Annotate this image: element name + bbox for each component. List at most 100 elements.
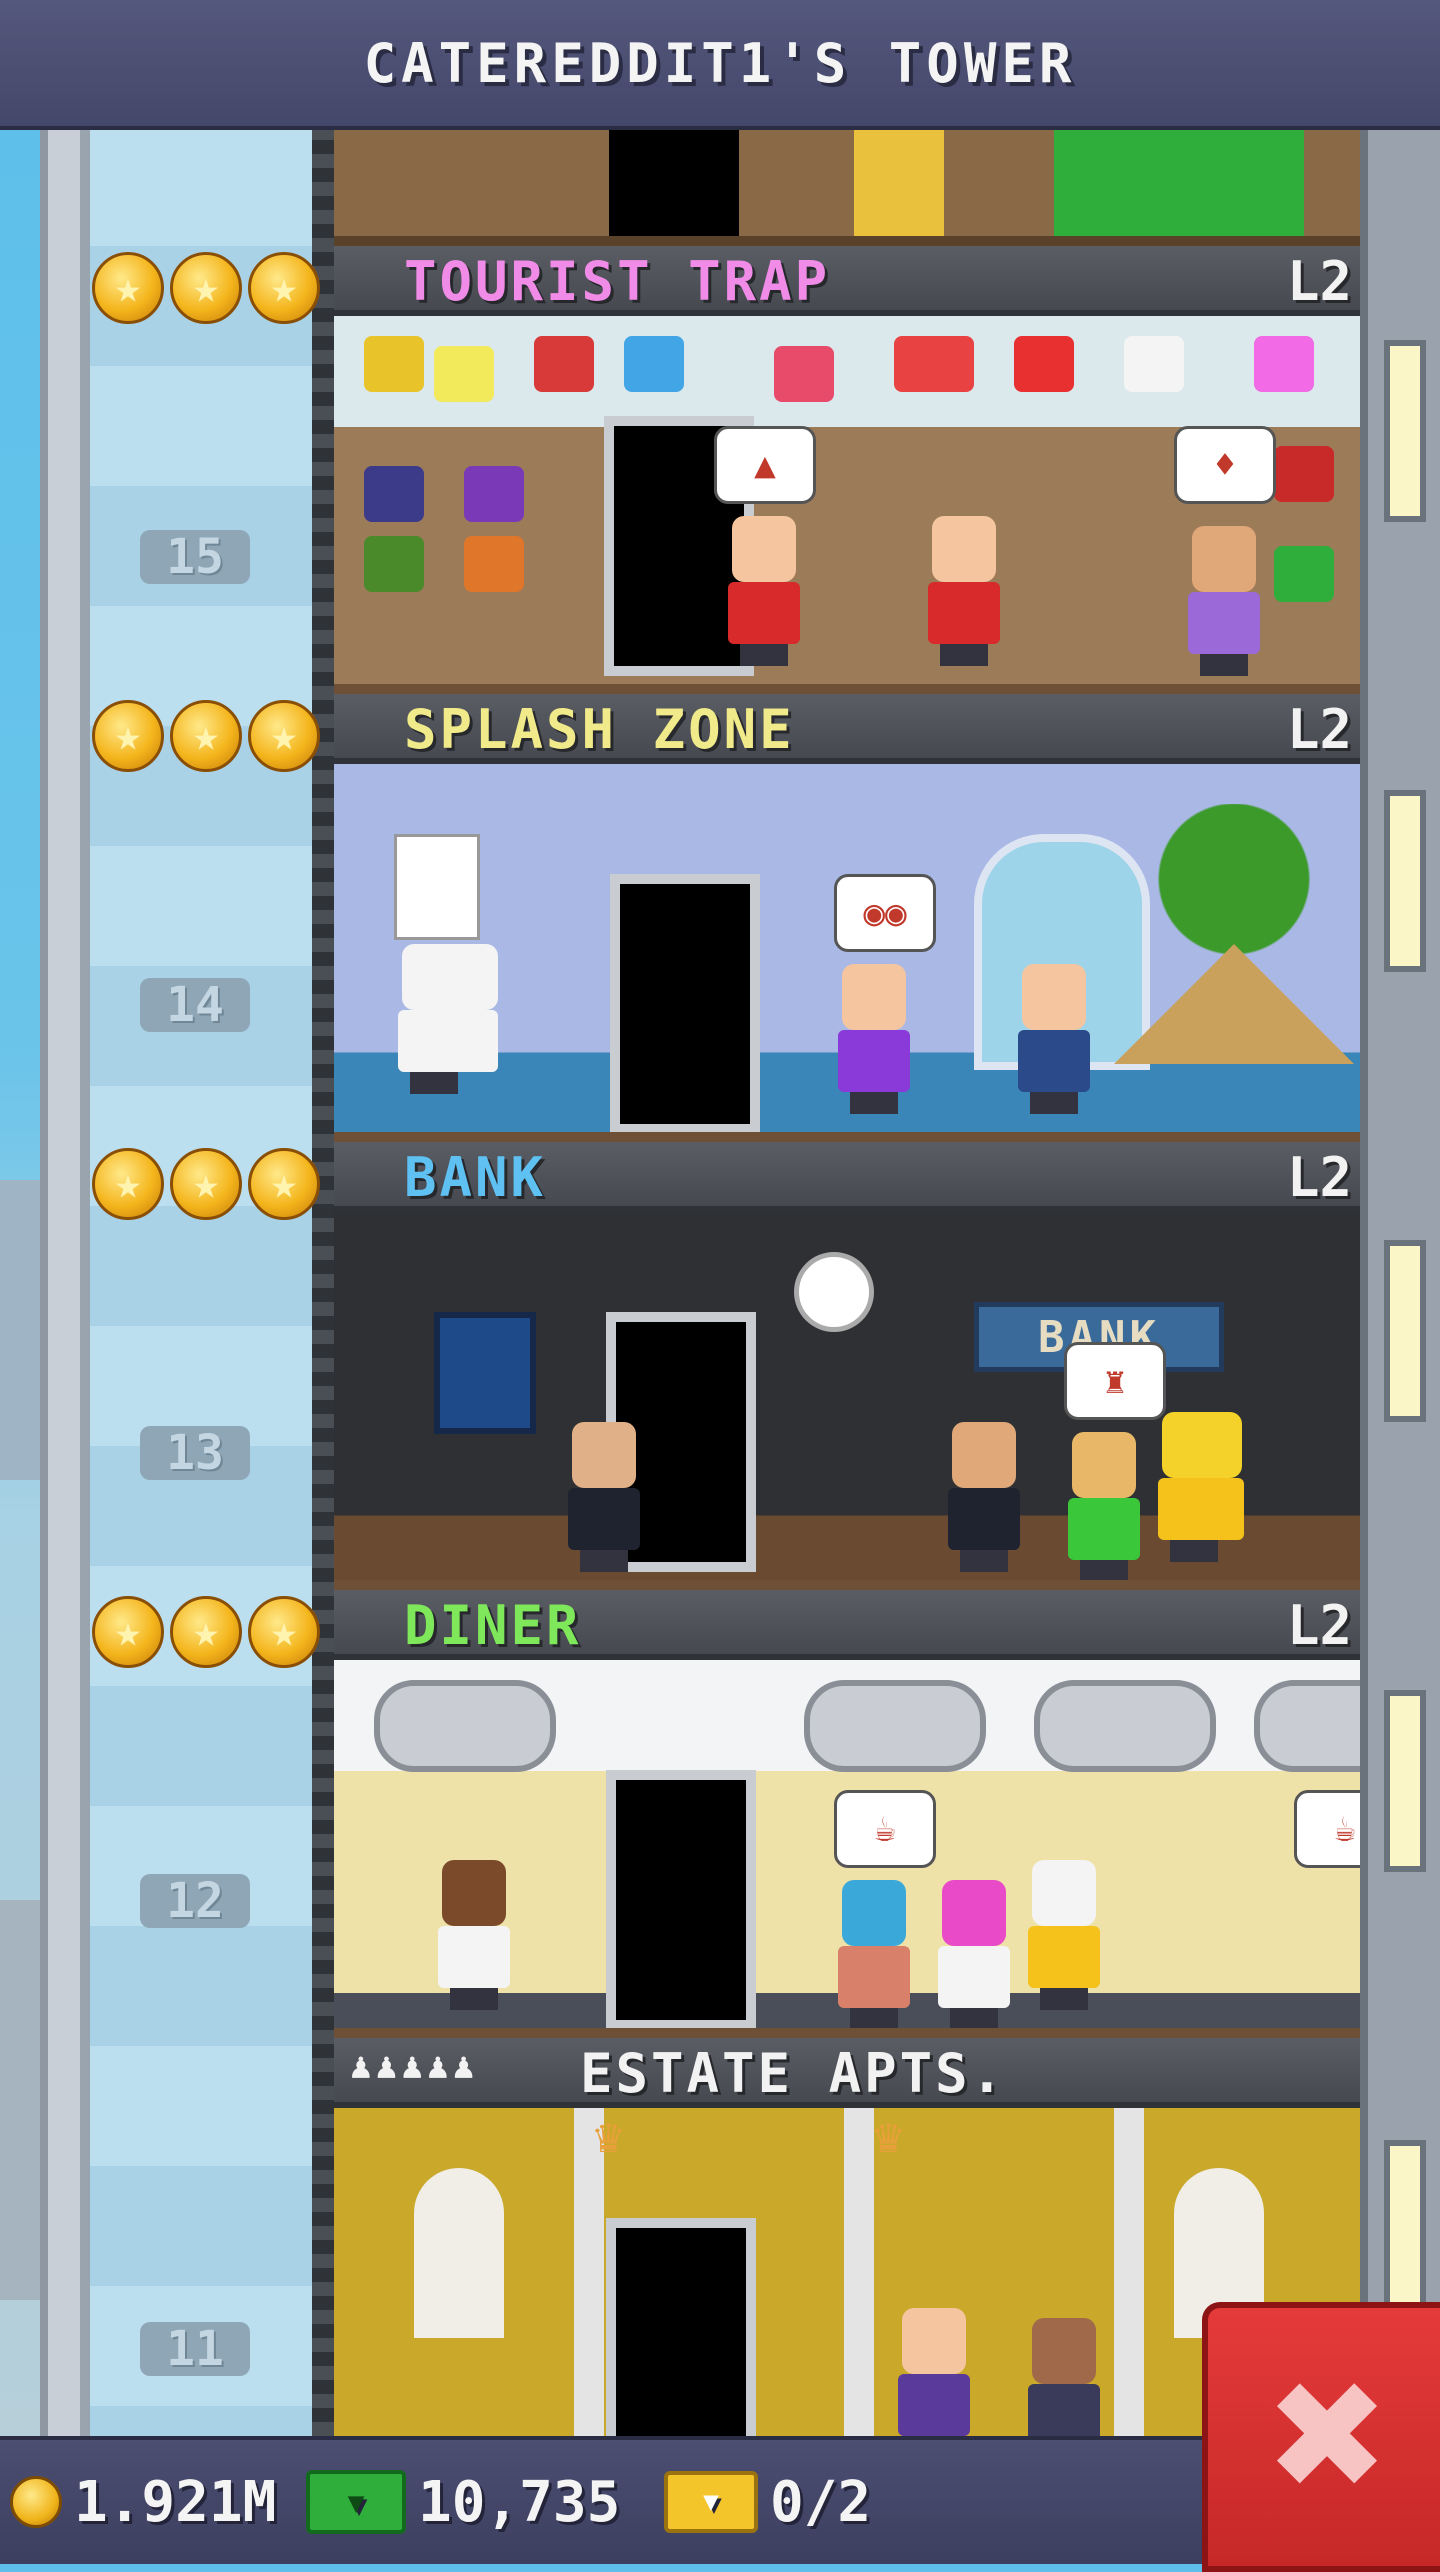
floor-room: ☕ ☕ [334, 1660, 1360, 2030]
floor-number: 12 [140, 1873, 250, 1929]
floor-number: 15 [140, 529, 250, 585]
star-icon: ★ [170, 1596, 242, 1668]
green-screen [1054, 126, 1304, 236]
clock-icon [794, 1252, 874, 1332]
resident[interactable] [834, 1880, 914, 2030]
resident[interactable] [1014, 964, 1094, 1114]
resident[interactable] [564, 1422, 644, 1572]
floor-header: ♟♟♟♟♟ ESTATE APTS. [334, 2038, 1360, 2108]
star-icon: ★ [248, 1148, 320, 1220]
resident[interactable] [434, 1860, 514, 2010]
floor-door[interactable] [606, 1770, 756, 2030]
merch-item [364, 536, 424, 592]
floor-header: TOURIST TRAP L2 [334, 246, 1360, 316]
floor-diner[interactable]: DINER L2 ☕ ☕ [334, 1590, 1360, 2038]
floor-level: L2 [1286, 250, 1352, 313]
floor-door [609, 126, 739, 236]
speech-bubble[interactable]: ▲ [714, 426, 816, 504]
merch-item [894, 336, 974, 392]
resident[interactable] [834, 964, 914, 1114]
speech-bubble[interactable]: ◉◉ [834, 874, 936, 952]
wall-window [1384, 1240, 1426, 1422]
floor-stars: ★ ★ ★ [92, 1596, 320, 1668]
floor-room: ▲ ♦ [334, 316, 1360, 686]
wall-window [1384, 1690, 1426, 1872]
close-icon: ✖ [1264, 2350, 1390, 2524]
resident[interactable] [934, 1880, 1014, 2030]
bux-icon: ▼ [306, 2470, 406, 2534]
resident[interactable] [1064, 1432, 1144, 1582]
vip-ticket-counter: ▼ 0/2 [664, 2462, 871, 2542]
background-building [0, 1180, 40, 1480]
floor-partial-top[interactable] [334, 126, 1360, 246]
elevator-rail [312, 126, 334, 2436]
background-building [0, 1900, 40, 2300]
floor-tourist-trap[interactable]: TOURIST TRAP L2 ▲ ♦ [334, 246, 1360, 694]
framed-chart [434, 1312, 536, 1434]
diner-window [374, 1680, 556, 1772]
diner-window [804, 1680, 986, 1772]
diner-window [1254, 1680, 1360, 1772]
floor-header: DINER L2 [334, 1590, 1360, 1660]
resident[interactable] [724, 516, 804, 666]
resident[interactable] [924, 516, 1004, 666]
resident[interactable] [944, 1422, 1024, 1572]
floor-room: BANK ♜ [334, 1212, 1360, 1582]
resident[interactable] [1024, 1860, 1104, 2010]
speech-bubble[interactable]: ☕ [834, 1790, 936, 1868]
bux-value: 10,735 [418, 2469, 621, 2535]
top-bar: CATEREDDIT1'S TOWER [0, 0, 1440, 130]
star-icon: ★ [248, 1596, 320, 1668]
resident[interactable] [1184, 526, 1264, 676]
merch-item [1124, 336, 1184, 392]
floor-name: SPLASH ZONE [404, 698, 795, 761]
merch-item [774, 346, 834, 402]
floor-level: L2 [1286, 1146, 1352, 1209]
star-icon: ★ [170, 252, 242, 324]
wall-window [1384, 2140, 1426, 2322]
speech-bubble[interactable]: ♜ [1064, 1342, 1166, 1420]
speech-bubble[interactable]: ♦ [1174, 426, 1276, 504]
resident[interactable] [394, 944, 504, 1114]
star-icon: ★ [248, 252, 320, 324]
vip-ticket-icon: ▼ [664, 2471, 758, 2533]
floor-splash-zone[interactable]: SPLASH ZONE L2 ◉◉ [334, 694, 1360, 1142]
speech-bubble[interactable]: ☕ [1294, 1790, 1360, 1868]
merch-item [364, 466, 424, 522]
floor-door[interactable] [610, 874, 760, 1134]
floor-name: BANK [404, 1146, 547, 1209]
poster [394, 834, 480, 940]
resident[interactable] [1024, 2318, 1104, 2438]
merch-item [1274, 546, 1334, 602]
floor-bank[interactable]: BANK L2 BANK ♜ [334, 1142, 1360, 1590]
floor-name: TOURIST TRAP [404, 250, 831, 313]
floor-number: 14 [140, 977, 250, 1033]
star-icon: ★ [170, 1148, 242, 1220]
resident[interactable] [1154, 1412, 1250, 1582]
floor-number: 13 [140, 1425, 250, 1481]
chandelier-icon: ♛ [594, 2108, 623, 2164]
floor-stars: ★ ★ ★ [92, 1148, 320, 1220]
arched-window [414, 2168, 504, 2338]
diner-window [1034, 1680, 1216, 1772]
merch-item [534, 336, 594, 392]
floor-stars: ★ ★ ★ [92, 252, 320, 324]
merch-item [464, 536, 524, 592]
merch-item [1014, 336, 1074, 392]
floor-level: L2 [1286, 698, 1352, 761]
floor-header: SPLASH ZONE L2 [334, 694, 1360, 764]
close-button[interactable]: ✖ [1202, 2302, 1440, 2572]
elevator-shaft[interactable] [80, 126, 330, 2436]
merch-item [364, 336, 424, 392]
floor-name: DINER [404, 1594, 582, 1657]
floor-number: 11 [140, 2321, 250, 2377]
floor-door[interactable] [606, 2218, 756, 2438]
star-icon: ★ [92, 1596, 164, 1668]
wall-window [1384, 790, 1426, 972]
merch-item [1254, 336, 1314, 392]
floor-room: ◉◉ [334, 764, 1360, 1134]
floor-stars: ★ ★ ★ [92, 700, 320, 772]
coin-icon [10, 2476, 62, 2528]
star-icon: ★ [92, 252, 164, 324]
resident[interactable] [894, 2308, 974, 2438]
